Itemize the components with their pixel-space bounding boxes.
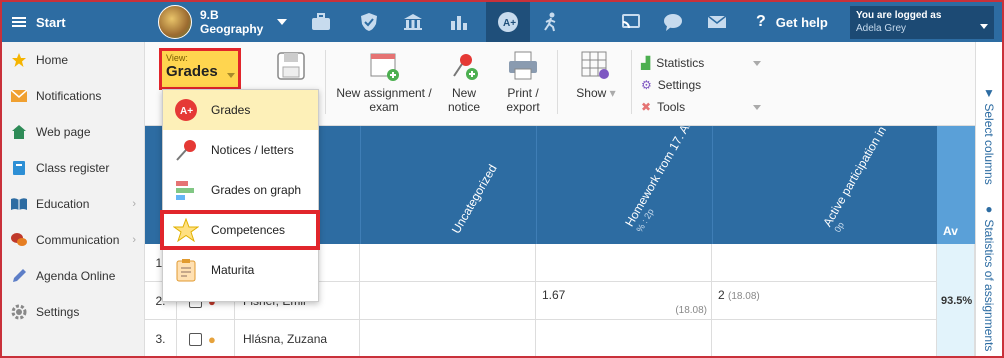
table-row[interactable]: 3. ● Hlásna, Zuzana [145, 320, 975, 356]
info-icon: ● [982, 202, 996, 220]
student-icon: ● [208, 331, 216, 347]
gears-icon: ⚙ [641, 78, 652, 92]
divider [631, 50, 632, 114]
show-button[interactable]: Show ▾ [567, 50, 625, 100]
start-label: Start [36, 14, 66, 30]
statistics-menu[interactable]: ▟ Statistics [641, 52, 761, 74]
statistics-icon: ▟ [641, 56, 651, 70]
star-icon [173, 217, 199, 243]
statistics-assignments-button[interactable]: ● Statistics of assignments [982, 202, 996, 351]
sidebar-item-education[interactable]: Education › [2, 186, 144, 222]
grades-icon[interactable]: A+ [486, 2, 530, 42]
new-notice-button[interactable]: New notice [441, 50, 487, 114]
app-window: Start 9.B Geography A+ ? Get help You ar… [0, 0, 1004, 358]
grades-circle-icon: A+ [173, 97, 199, 123]
svg-text:A+: A+ [180, 106, 193, 117]
clipboard-icon [173, 257, 199, 283]
open-book-icon [10, 195, 28, 213]
class-avatar [158, 5, 192, 39]
print-export-button[interactable]: Print / export [499, 50, 547, 114]
gear-icon [10, 303, 28, 321]
class-selector[interactable]: 9.B Geography [158, 5, 288, 39]
new-assignment-button[interactable]: New assignment / exam [335, 50, 433, 114]
bank-icon[interactable] [398, 8, 428, 36]
student-name[interactable]: Hlásna, Zuzana [235, 320, 360, 356]
divider [557, 50, 558, 114]
wrench-icon: ✖ [641, 100, 652, 114]
chat-icon[interactable] [658, 8, 688, 36]
grade-cell[interactable]: 2 (18.08) [712, 282, 937, 320]
sidebar-item-settings[interactable]: Settings [2, 294, 144, 330]
chevron-right-icon: › [132, 234, 136, 246]
tools-menu-item[interactable]: ✖ Tools [641, 96, 761, 118]
briefcase-icon[interactable] [306, 8, 336, 36]
sidebar: Home Notifications Web page Class regist… [2, 42, 145, 356]
menu-item-grades[interactable]: A+ Grades [163, 90, 318, 130]
menu-item-maturita[interactable]: Maturita [163, 250, 318, 290]
sidebar-item-agenda-online[interactable]: Agenda Online [2, 258, 144, 294]
floppy-icon [275, 50, 307, 82]
svg-text:A+: A+ [503, 18, 516, 29]
class-name: 9.B Geography [200, 8, 264, 36]
column-header[interactable]: Homework from 17. Au... % : 2p [622, 126, 709, 234]
pen-icon [10, 267, 28, 285]
top-bar: Start 9.B Geography A+ ? Get help You ar… [2, 2, 1002, 42]
hamburger-icon [12, 15, 26, 29]
menu-item-competences[interactable]: Competences [160, 210, 320, 250]
chevron-right-icon: › [132, 198, 136, 210]
right-rail: ▼ Select columns ● Statistics of assignm… [975, 42, 1002, 356]
menu-item-grades-graph[interactable]: Grades on graph [163, 170, 318, 210]
star-icon [10, 51, 28, 69]
chat-bubbles-icon [10, 231, 28, 249]
sidebar-item-notifications[interactable]: Notifications [2, 78, 144, 114]
grade-cell[interactable]: 1.67 (18.08) [536, 282, 712, 320]
column-header-average[interactable]: Av [937, 126, 975, 244]
walking-icon[interactable] [536, 8, 566, 36]
select-columns-button[interactable]: ▼ Select columns [982, 86, 996, 185]
sidebar-item-communication[interactable]: Communication › [2, 222, 144, 258]
row-checkbox[interactable] [189, 332, 202, 346]
shield-icon[interactable] [354, 8, 384, 36]
tools-menu: ▟ Statistics ⚙ Settings ✖ Tools [641, 52, 761, 118]
chevron-down-icon [277, 19, 288, 25]
column-header[interactable]: Active participation in le... 0p [820, 126, 909, 234]
get-help-button[interactable]: ? Get help [756, 2, 828, 42]
sidebar-item-class-register[interactable]: Class register [2, 150, 144, 186]
grid-gear-icon [580, 50, 612, 82]
mail-icon[interactable] [702, 8, 732, 36]
view-selector[interactable]: View: Grades [159, 48, 241, 90]
pin-icon [173, 137, 199, 163]
calendar-add-icon [368, 50, 400, 82]
save-button[interactable] [273, 50, 309, 86]
envelope-icon [10, 87, 28, 105]
help-icon: ? [756, 13, 766, 30]
chevron-down-icon [980, 24, 988, 29]
user-name: Adela Grey [856, 23, 907, 34]
filter-icon: ▼ [982, 86, 996, 104]
printer-icon [507, 50, 539, 82]
divider [325, 50, 326, 114]
graph-icon [173, 177, 199, 203]
bar-chart-icon[interactable] [444, 8, 474, 36]
pin-add-icon [448, 50, 480, 82]
sidebar-item-home[interactable]: Home [2, 42, 144, 78]
view-value: Grades [166, 63, 218, 80]
sidebar-item-web-page[interactable]: Web page [2, 114, 144, 150]
house-icon [10, 123, 28, 141]
user-menu[interactable]: You are logged as Adela Grey [850, 6, 994, 39]
start-menu-button[interactable]: Start [2, 2, 144, 42]
book-icon [10, 159, 28, 177]
view-dropdown-menu: A+ Grades Notices / letters Grades on gr… [160, 89, 320, 302]
view-label: View: [166, 53, 188, 63]
chevron-down-icon [227, 73, 235, 78]
column-header[interactable]: Uncategorized [449, 162, 500, 236]
menu-item-notices[interactable]: Notices / letters [163, 130, 318, 170]
logged-label: You are logged as [856, 10, 942, 21]
settings-menu[interactable]: ⚙ Settings [641, 74, 751, 96]
cast-icon[interactable] [616, 8, 646, 36]
average-cell: 93.5% [937, 282, 975, 320]
